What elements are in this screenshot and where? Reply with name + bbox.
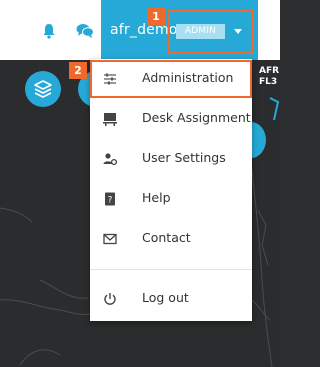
bell-icon[interactable] xyxy=(42,23,56,39)
help-book-icon: ? xyxy=(105,192,115,206)
menu-item-label: Contact xyxy=(142,230,191,245)
menu-item-user-settings[interactable]: User Settings xyxy=(90,139,252,179)
map-floor-label: AFR FL3 xyxy=(259,66,279,88)
layers-icon xyxy=(34,80,52,98)
envelope-icon xyxy=(103,233,117,245)
menu-item-label: User Settings xyxy=(142,150,226,165)
menu-item-logout[interactable]: Log out xyxy=(90,279,252,319)
layers-button[interactable] xyxy=(25,71,61,107)
step1-highlight xyxy=(168,10,254,54)
menu-item-label: Log out xyxy=(142,290,189,305)
chat-icon[interactable] xyxy=(76,23,94,39)
step1-badge: 1 xyxy=(147,8,165,25)
power-icon xyxy=(104,293,116,305)
map-floor-label-line1: AFR xyxy=(259,66,280,76)
menu-divider xyxy=(90,269,252,270)
menu-item-label: Help xyxy=(142,190,171,205)
topbar-edge xyxy=(258,0,280,60)
menu-item-label: Desk Assignment xyxy=(142,110,251,125)
map-pin-icon xyxy=(269,97,280,121)
map-floor-label-line2: FL3 xyxy=(259,77,278,87)
menu-item-contact[interactable]: Contact xyxy=(90,219,252,259)
step2-highlight xyxy=(90,60,252,98)
desk-icon xyxy=(103,113,117,126)
step2-badge: 2 xyxy=(69,62,87,79)
user-dropdown-menu: Administration Desk Assignment User Sett… xyxy=(90,59,252,321)
user-settings-icon xyxy=(103,153,117,166)
menu-item-desk-assignment[interactable]: Desk Assignment xyxy=(90,99,252,139)
menu-item-help[interactable]: ? Help xyxy=(90,179,252,219)
svg-text:?: ? xyxy=(108,196,113,206)
